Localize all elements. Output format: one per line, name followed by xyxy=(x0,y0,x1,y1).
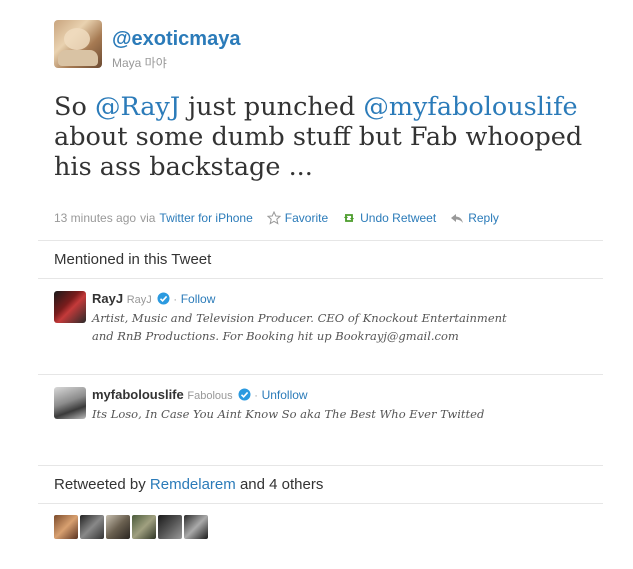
mentioned-user-card: RayJ RayJ · Follow Artist, Music and Tel… xyxy=(54,291,614,367)
user-avatar[interactable] xyxy=(54,387,86,419)
tweet-text-part: about some dumb stuff but Fab whooped hi… xyxy=(54,122,583,182)
retweeter-avatar[interactable] xyxy=(132,515,156,539)
client-link[interactable]: Twitter for iPhone xyxy=(159,211,252,225)
divider xyxy=(38,374,603,375)
retweeter-avatar[interactable] xyxy=(106,515,130,539)
retweeter-avatar[interactable] xyxy=(80,515,104,539)
user-bio: Its Loso, In Case You Aint Know So aka T… xyxy=(92,407,485,421)
verified-badge-icon xyxy=(157,292,170,305)
mention-link-rayj[interactable]: @RayJ xyxy=(95,92,180,122)
mentioned-user-card: myfabolouslife Fabolous · Unfollow Its L… xyxy=(54,387,614,427)
reply-button[interactable]: Reply xyxy=(450,211,499,225)
favorite-button[interactable]: Favorite xyxy=(266,211,329,225)
tweet-text: So @RayJ just punched @myfabolouslife ab… xyxy=(54,92,614,182)
retweeted-by-line: Retweeted by Remdelarem and 4 others xyxy=(54,476,323,493)
retweeted-suffix[interactable]: and 4 others xyxy=(240,476,323,493)
favorite-label: Favorite xyxy=(284,211,329,225)
user-username[interactable]: RayJ xyxy=(92,291,123,306)
divider xyxy=(38,278,603,279)
undo-retweet-label: Undo Retweet xyxy=(360,211,437,225)
retweeter-avatar[interactable] xyxy=(158,515,182,539)
user-avatar[interactable] xyxy=(54,291,86,323)
divider xyxy=(38,503,603,504)
timestamp[interactable]: 13 minutes ago xyxy=(54,211,136,225)
mention-link-myfabolouslife[interactable]: @myfabolouslife xyxy=(363,92,577,122)
author-screen-name[interactable]: @exoticmaya xyxy=(112,28,240,51)
user-name-line: myfabolouslife Fabolous · Unfollow xyxy=(92,387,308,402)
divider xyxy=(38,465,603,466)
reply-label: Reply xyxy=(468,211,499,225)
separator-dot: · xyxy=(254,390,258,402)
retweet-icon xyxy=(344,214,355,222)
divider xyxy=(38,240,603,241)
retweeter-avatars xyxy=(54,515,210,539)
reply-arrow-icon xyxy=(451,214,464,223)
separator-dot: · xyxy=(173,294,178,306)
user-name-line: RayJ RayJ · Follow xyxy=(92,291,215,306)
tweet-meta-bar: 13 minutes ago via Twitter for iPhone Fa… xyxy=(54,211,499,225)
author-avatar[interactable] xyxy=(54,20,102,68)
tweet-text-part: So xyxy=(54,92,95,122)
retweeter-avatar[interactable] xyxy=(54,515,78,539)
author-full-name: Maya 마야 xyxy=(112,56,167,70)
follow-button[interactable]: Follow xyxy=(181,292,216,306)
retweeter-link[interactable]: Remdelarem xyxy=(150,476,236,493)
verified-badge-icon xyxy=(238,388,251,401)
tweet-text-part: just punched xyxy=(180,92,364,122)
user-display-name: Fabolous xyxy=(187,390,233,402)
via-label: via xyxy=(140,211,156,225)
user-bio: Artist, Music and Television Producer. C… xyxy=(92,311,507,343)
star-outline-icon xyxy=(266,211,281,225)
undo-retweet-button[interactable]: Undo Retweet xyxy=(342,211,436,225)
user-display-name: RayJ xyxy=(126,294,152,306)
mentioned-section-title: Mentioned in this Tweet xyxy=(54,251,212,268)
retweeted-prefix: Retweeted by xyxy=(54,476,146,493)
retweeter-avatar[interactable] xyxy=(184,515,208,539)
unfollow-button[interactable]: Unfollow xyxy=(262,388,308,402)
user-username[interactable]: myfabolouslife xyxy=(92,387,184,402)
